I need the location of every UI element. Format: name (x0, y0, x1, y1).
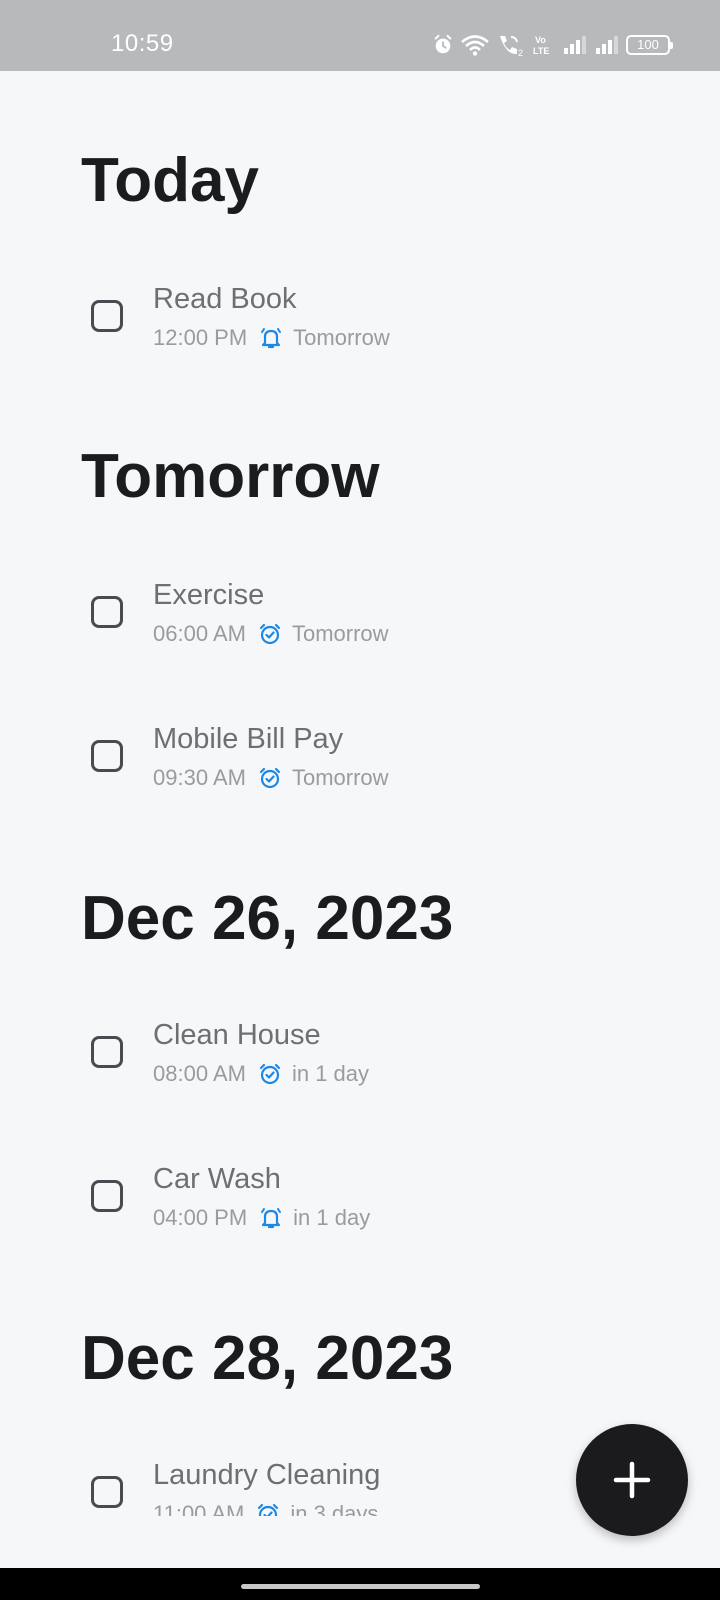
task-time: 04:00 PM (153, 1205, 248, 1230)
battery-icon: 100 (626, 35, 673, 55)
task-time: 09:30 AM (153, 765, 246, 790)
plus-icon (613, 1461, 651, 1499)
task-due: Tomorrow (293, 325, 390, 350)
volte-icon: VoLTE (533, 35, 549, 56)
task-due: Tomorrow (291, 621, 389, 646)
task-due: in 1 day (293, 1205, 371, 1230)
home-gesture-handle[interactable] (241, 1584, 480, 1589)
navigation-bar (0, 1568, 720, 1600)
task-item[interactable]: Exercise 06:00 AM Tomorrow (0, 579, 720, 689)
alarm-check-icon (259, 767, 281, 789)
task-due: Tomorrow (291, 765, 389, 790)
alarm-check-icon (258, 1503, 279, 1516)
call-icon: 2 (500, 36, 523, 57)
task-title: Car Wash (153, 1163, 281, 1195)
svg-text:LTE: LTE (533, 46, 549, 56)
task-checkbox[interactable] (91, 1180, 123, 1212)
task-meta: 09:30 AM Tomorrow (153, 765, 389, 791)
status-icons: 2 Vo LTE 100 (432, 32, 673, 58)
section-title-tomorrow: Tomorrow (81, 442, 380, 511)
svg-text:Vo: Vo (535, 35, 546, 45)
signal-icon (596, 36, 618, 54)
task-item[interactable]: Clean House 08:00 AM in 1 day (0, 1019, 720, 1129)
task-title: Clean House (153, 1019, 321, 1051)
task-checkbox[interactable] (91, 740, 123, 772)
add-task-button[interactable] (576, 1424, 688, 1536)
task-checkbox[interactable] (91, 1036, 123, 1068)
task-due: in 3 days (290, 1501, 379, 1516)
alarm-check-icon (259, 1063, 281, 1085)
section-title-today: Today (81, 146, 259, 215)
section-title-dec-26: Dec 26, 2023 (81, 884, 454, 953)
status-time: 10:59 (111, 30, 174, 57)
task-meta: 04:00 PM in 1 day (153, 1205, 370, 1231)
task-meta: 06:00 AM Tomorrow (153, 621, 389, 647)
task-time: 12:00 PM (153, 325, 248, 350)
task-time: 08:00 AM (153, 1061, 246, 1086)
task-item[interactable]: Read Book 12:00 PM Tomorrow (0, 283, 720, 393)
alarm-bell-icon (261, 1208, 282, 1229)
task-list: Today Read Book 12:00 PM Tomorrow Tomorr… (0, 71, 720, 1516)
task-title: Laundry Cleaning (153, 1459, 381, 1491)
alarm-icon (434, 34, 452, 54)
section-title-dec-28: Dec 28, 2023 (81, 1324, 454, 1393)
status-bar: 10:59 2 Vo LTE 100 (0, 0, 720, 71)
signal-icon (564, 36, 586, 54)
task-meta: 08:00 AM in 1 day (153, 1061, 369, 1087)
task-meta: 12:00 PM Tomorrow (153, 325, 390, 351)
task-title: Mobile Bill Pay (153, 723, 344, 755)
task-title: Exercise (153, 579, 265, 611)
svg-text:2: 2 (518, 48, 523, 57)
task-meta: 11:00 AM in 3 days (153, 1501, 378, 1516)
task-checkbox[interactable] (91, 596, 123, 628)
task-checkbox[interactable] (91, 1476, 123, 1508)
task-item[interactable]: Car Wash 04:00 PM in 1 day (0, 1163, 720, 1273)
alarm-bell-icon (261, 328, 282, 349)
task-item[interactable]: Mobile Bill Pay 09:30 AM Tomorrow (0, 723, 720, 833)
task-time: 11:00 AM (153, 1501, 245, 1516)
alarm-check-icon (259, 623, 281, 645)
task-title: Read Book (153, 283, 297, 315)
task-due: in 1 day (291, 1061, 370, 1086)
wifi-icon (461, 35, 489, 56)
task-time: 06:00 AM (153, 621, 246, 646)
task-checkbox[interactable] (91, 300, 123, 332)
